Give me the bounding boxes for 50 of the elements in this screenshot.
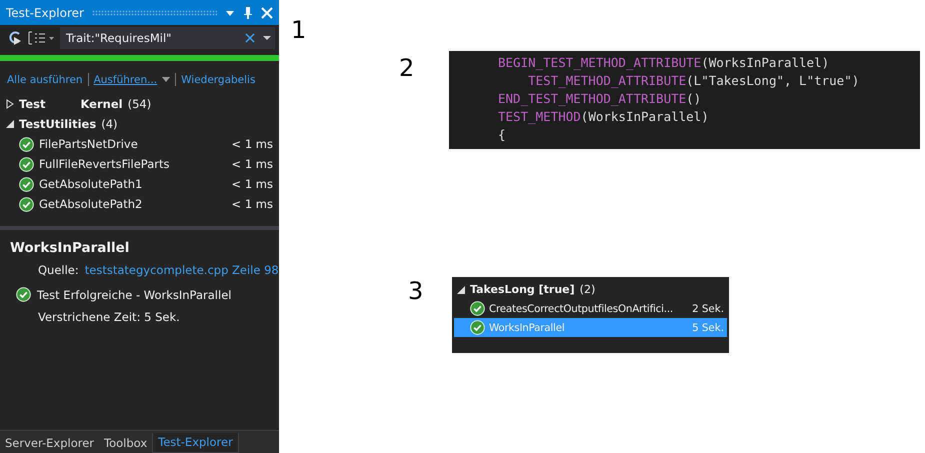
code-line: END_TEST_METHOD_ATTRIBUTE(): [498, 90, 702, 108]
passed-icon: [470, 320, 485, 335]
callout-number: 1: [291, 16, 306, 44]
pin-icon[interactable]: [243, 6, 253, 20]
passed-icon: [19, 176, 34, 192]
passed-icon: [16, 287, 31, 302]
callout-number: 3: [408, 277, 424, 305]
panel-tab[interactable]: Toolbox: [99, 434, 152, 453]
panel-title: Test-Explorer: [6, 6, 84, 20]
group-count: (54): [128, 97, 152, 111]
elapsed-time: Verstrichene Zeit: 5 Sek.: [37, 310, 181, 324]
source-label: Quelle:: [38, 263, 79, 277]
group-name[interactable]: Kernel: [80, 97, 123, 111]
code-line: BEGIN_TEST_METHOD_ATTRIBUTE(WorksInParallel): [498, 54, 830, 72]
group-count: (2): [580, 283, 596, 296]
passed-icon: [470, 301, 485, 316]
run-dropdown-link[interactable]: Ausführen...: [94, 74, 158, 86]
panel-tab[interactable]: Test-Explorer: [152, 433, 239, 453]
passed-icon: [19, 136, 34, 152]
collapse-icon[interactable]: [457, 286, 465, 294]
group-name[interactable]: TakesLong [true]: [470, 283, 575, 296]
group-name[interactable]: Test: [19, 97, 46, 111]
refresh-icon[interactable]: [8, 30, 22, 46]
code-line: {: [498, 126, 507, 144]
source-link[interactable]: teststategycomplete.cpp Zeile 98: [84, 263, 279, 277]
code-line: TEST_METHOD_ATTRIBUTE(L"TakesLong", L"true"): [527, 72, 860, 90]
group-count: (4): [101, 117, 118, 131]
test-title: WorksInParallel: [10, 240, 130, 256]
test-row[interactable]: FilePartsNetDrive < 1 ms: [6, 134, 279, 154]
collapse-icon[interactable]: [6, 120, 14, 128]
dropdown-icon[interactable]: [263, 35, 271, 41]
panel-tab[interactable]: Server-Explorer: [0, 434, 100, 453]
test-row[interactable]: CreatesCorrectOutputfilesOnArtifici... 2 Sek.: [454, 299, 727, 318]
test-row[interactable]: GetAbsolutePath1 < 1 ms: [6, 174, 279, 194]
clear-icon[interactable]: [245, 33, 255, 43]
test-row[interactable]: FullFileRevertsFileParts < 1 ms: [6, 154, 279, 174]
callout-number: 2: [399, 54, 414, 82]
group-by-icon[interactable]: [28, 31, 54, 45]
passed-icon: [19, 196, 34, 212]
group-name[interactable]: TestUtilities: [19, 117, 96, 131]
close-icon[interactable]: [261, 6, 273, 18]
search-field[interactable]: Trait:"RequiresMil": [60, 27, 275, 49]
test-row[interactable]: GetAbsolutePath2 < 1 ms: [6, 194, 279, 214]
action-link[interactable]: Wiedergabelis: [181, 74, 256, 86]
action-link[interactable]: Alle ausführen: [7, 74, 83, 86]
passed-icon: [19, 156, 34, 172]
code-line: TEST_METHOD(WorksInParallel): [498, 108, 710, 126]
result-text: Test Erfolgreiche - WorksInParallel: [37, 288, 232, 302]
dropdown-icon[interactable]: [162, 77, 170, 82]
expand-icon[interactable]: [6, 99, 14, 109]
